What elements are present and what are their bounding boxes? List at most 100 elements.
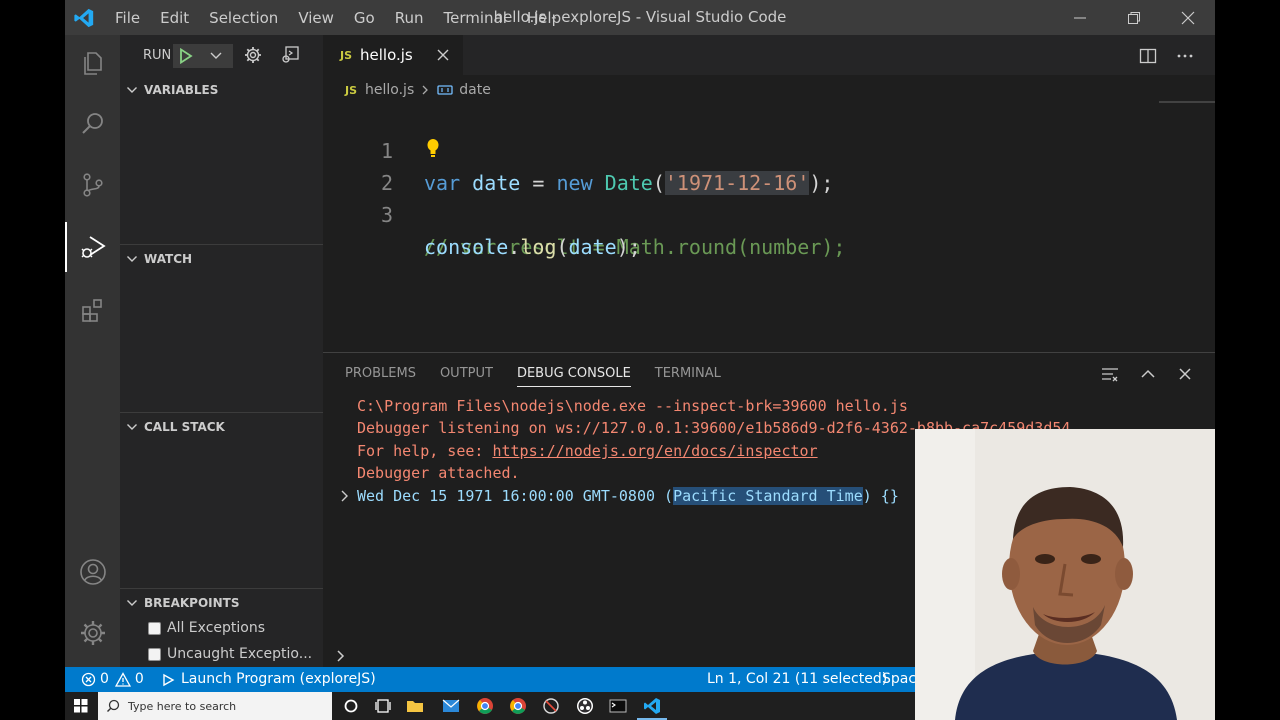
- all-exceptions-checkbox[interactable]: [148, 621, 161, 635]
- lightbulb-icon[interactable]: [424, 138, 442, 160]
- call-stack-label: CALL STACK: [144, 420, 225, 434]
- breakpoints-section-header[interactable]: BREAKPOINTS: [120, 589, 323, 617]
- maximize-panel-button[interactable]: [1137, 363, 1159, 385]
- restore-icon: [1128, 11, 1140, 24]
- output-text: ) {}: [862, 487, 899, 505]
- manage-button[interactable]: [65, 608, 120, 658]
- obs-icon[interactable]: [575, 696, 595, 716]
- extensions-button[interactable]: [65, 285, 120, 335]
- inspector-link[interactable]: https://nodejs.org/en/docs/inspector: [492, 442, 817, 460]
- clear-console-button[interactable]: [1099, 363, 1121, 385]
- breakpoint-all-exceptions[interactable]: All Exceptions: [148, 616, 265, 640]
- menu-edit[interactable]: Edit: [160, 9, 189, 27]
- breakpoint-uncaught-exceptions[interactable]: Uncaught Exceptio...: [148, 642, 312, 666]
- chevron-up-icon: [1141, 369, 1155, 378]
- variables-section-header[interactable]: VARIABLES: [120, 76, 323, 104]
- minimize-button[interactable]: [1057, 0, 1103, 35]
- status-bar: 0 0 Launch Program (exploreJS) Ln 1, Col…: [65, 667, 916, 692]
- play-icon: [163, 673, 175, 686]
- warning-icon: [114, 672, 131, 687]
- taskbar-search-box[interactable]: Type here to search: [98, 692, 332, 720]
- source-control-button[interactable]: [65, 160, 120, 210]
- menu-terminal[interactable]: Terminal: [444, 9, 507, 27]
- tab-terminal[interactable]: TERMINAL: [655, 353, 721, 395]
- editor-tabs: JS hello.js: [323, 35, 1215, 75]
- expand-chevron-icon[interactable]: [339, 489, 351, 503]
- close-panel-button[interactable]: [1174, 363, 1196, 385]
- explorer-button[interactable]: [65, 38, 120, 88]
- menu-go[interactable]: Go: [354, 9, 375, 27]
- vscode-logo-icon: [74, 8, 94, 28]
- task-view-icon[interactable]: [373, 696, 393, 716]
- breadcrumb-symbol[interactable]: date: [459, 82, 491, 98]
- call-stack-section-header[interactable]: CALL STACK: [120, 413, 323, 441]
- more-actions-icon[interactable]: [1176, 47, 1194, 65]
- play-icon[interactable]: [178, 48, 194, 64]
- menu-selection[interactable]: Selection: [209, 9, 278, 27]
- chevron-down-icon: [127, 600, 137, 606]
- presenter-webcam: [915, 429, 1215, 720]
- breadcrumb-file[interactable]: hello.js: [365, 82, 414, 98]
- menu-run[interactable]: Run: [395, 9, 424, 27]
- mail-icon[interactable]: [441, 696, 461, 716]
- launch-program-status[interactable]: Launch Program (exploreJS): [161, 667, 376, 692]
- chevron-down-icon: [127, 424, 137, 430]
- search-icon: [81, 113, 103, 134]
- identifier-token: date: [568, 235, 617, 259]
- chevron-down-icon: [127, 87, 137, 93]
- indentation-status[interactable]: Spac: [882, 667, 916, 692]
- menu-file[interactable]: File: [115, 9, 140, 27]
- menu-help[interactable]: Help: [527, 9, 561, 27]
- error-icon: [81, 672, 96, 687]
- watch-label: WATCH: [144, 252, 193, 266]
- split-editor-icon[interactable]: [1139, 47, 1157, 65]
- title-bar: File Edit Selection View Go Run Terminal…: [65, 0, 1215, 35]
- restore-button[interactable]: [1111, 0, 1157, 35]
- settings-gear-icon[interactable]: [244, 46, 262, 64]
- console-line: For help, see: https://nodejs.org/en/doc…: [357, 440, 818, 462]
- tab-hello-js[interactable]: JS hello.js: [323, 35, 463, 75]
- problems-status[interactable]: 0 0: [81, 667, 144, 692]
- launch-label: Launch Program (exploreJS): [181, 671, 376, 687]
- uncaught-exceptions-checkbox[interactable]: [148, 647, 161, 661]
- search-button[interactable]: [65, 99, 120, 149]
- file-explorer-icon[interactable]: [405, 696, 425, 716]
- menu-view[interactable]: View: [298, 9, 334, 27]
- files-icon: [83, 52, 102, 75]
- console-output-line[interactable]: Wed Dec 15 1971 16:00:00 GMT-0800 (Pacif…: [357, 485, 899, 507]
- line-number: 3: [380, 203, 393, 227]
- run-debug-icon: [81, 236, 106, 258]
- tab-label: hello.js: [360, 46, 413, 64]
- run-debug-button[interactable]: [65, 222, 120, 272]
- tab-problems[interactable]: PROBLEMS: [345, 353, 416, 395]
- chevron-down-icon: [127, 256, 137, 262]
- debug-console-icon[interactable]: [281, 46, 299, 64]
- windows-taskbar: Type here to search: [65, 692, 915, 720]
- tab-debug-console[interactable]: DEBUG CONSOLE: [516, 353, 631, 395]
- command-prompt-icon[interactable]: [608, 696, 628, 716]
- close-tab-icon[interactable]: [435, 47, 451, 63]
- code-line: 2 // var result = Math.round(number);: [323, 135, 1193, 259]
- snipping-tool-icon[interactable]: [541, 696, 561, 716]
- code-line: 1 var date = new Date('1971-12-16');: [323, 103, 1193, 195]
- accounts-button[interactable]: [65, 547, 120, 597]
- tab-output[interactable]: OUTPUT: [440, 353, 493, 395]
- windows-start-icon[interactable]: [74, 699, 88, 713]
- close-window-button[interactable]: [1165, 0, 1211, 35]
- identifier-token: console: [424, 235, 509, 259]
- chrome-icon[interactable]: [508, 696, 528, 716]
- breakpoints-label: BREAKPOINTS: [144, 596, 240, 610]
- chrome-icon[interactable]: [475, 696, 495, 716]
- extensions-icon: [81, 299, 102, 322]
- watch-section-header[interactable]: WATCH: [120, 245, 323, 273]
- error-count: 0: [100, 671, 109, 687]
- launch-config-select[interactable]: [173, 44, 233, 68]
- cursor-position-status[interactable]: Ln 1, Col 21 (11 selected): [707, 667, 887, 692]
- source-control-icon: [82, 173, 103, 197]
- activity-bar: [65, 35, 120, 667]
- cortana-icon[interactable]: [341, 696, 361, 716]
- output-selection: Pacific Standard Time: [673, 487, 863, 505]
- vscode-taskbar-icon[interactable]: [642, 696, 662, 716]
- console-prompt-icon[interactable]: [335, 649, 347, 663]
- warning-count: 0: [134, 671, 144, 687]
